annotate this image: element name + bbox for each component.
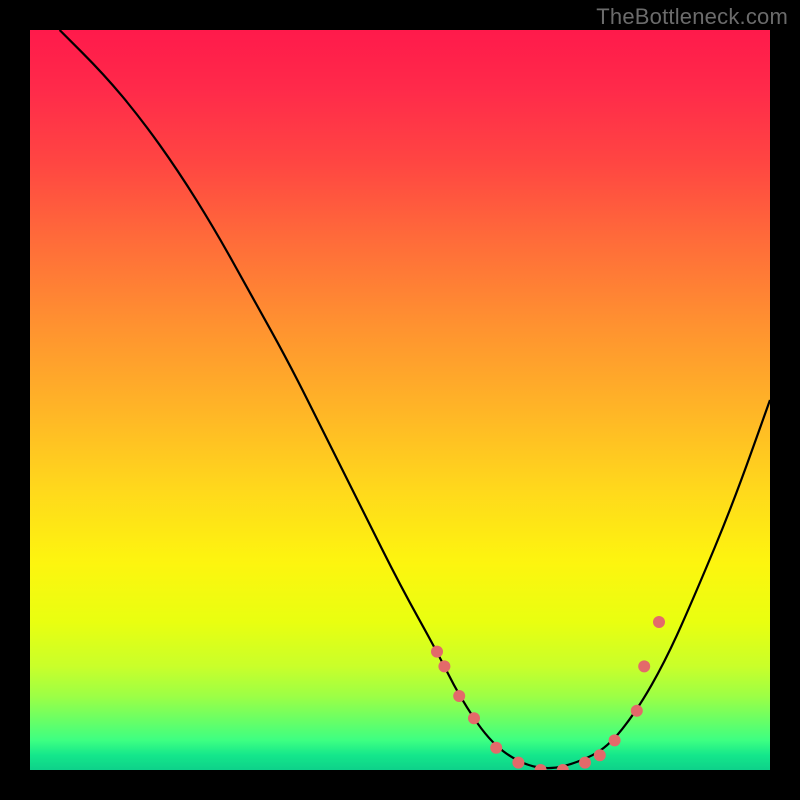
marker-point: [431, 646, 443, 658]
marker-point: [438, 660, 450, 672]
marker-point: [490, 742, 502, 754]
bottleneck-curve-path: [60, 30, 770, 768]
marker-point: [468, 712, 480, 724]
marker-point: [594, 749, 606, 761]
marker-point: [653, 616, 665, 628]
marker-point: [535, 764, 547, 770]
marker-point: [579, 757, 591, 769]
watermark-text: TheBottleneck.com: [596, 4, 788, 30]
chart-svg: [30, 30, 770, 770]
chart-container: TheBottleneck.com: [0, 0, 800, 800]
plot-area: [30, 30, 770, 770]
marker-point: [453, 690, 465, 702]
marker-point: [638, 660, 650, 672]
highlight-markers: [431, 616, 665, 770]
marker-point: [512, 757, 524, 769]
marker-point: [631, 705, 643, 717]
marker-point: [609, 734, 621, 746]
